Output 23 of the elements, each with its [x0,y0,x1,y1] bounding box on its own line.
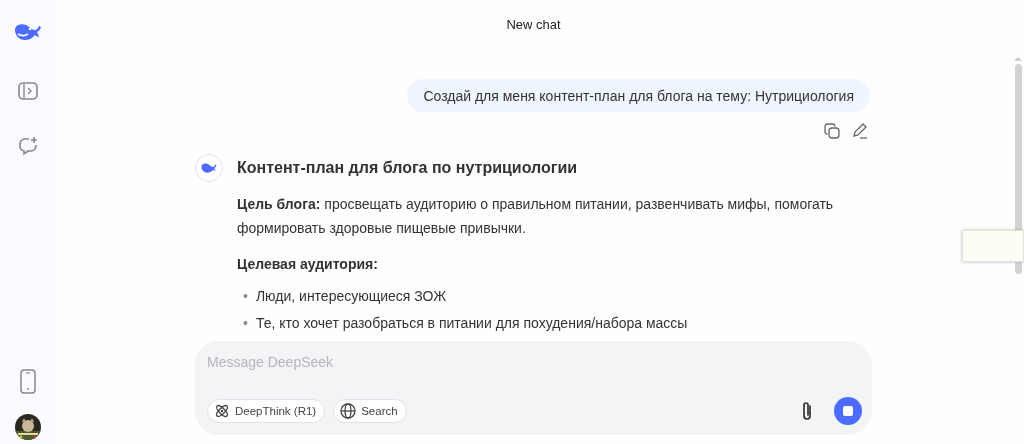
chat-title: New chat [506,16,561,34]
user-message: Создай для меня контент-план для блога на тему: Нутрициология [407,79,870,112]
copy-icon[interactable] [824,123,840,139]
list-item: Люди, интересующиеся ЗОЖ [255,287,447,306]
whale-logo-icon [200,161,218,175]
stop-button[interactable] [834,397,862,425]
new-chat-icon[interactable] [17,136,38,156]
globe-icon [340,403,357,419]
response-title: Контент-план для блога по нутрициологии [237,159,578,177]
bullet: • [243,287,248,306]
section-heading: Целевая аудитория: [237,255,379,274]
sidebar-panel-icon[interactable] [17,82,38,100]
edit-icon[interactable] [852,123,868,139]
list-item: Те, кто хочет разобраться в питании для похудения/набора массы [255,314,688,333]
popup-panel [962,230,1024,262]
paperclip-icon[interactable] [800,400,814,422]
search-toggle[interactable]: Search [333,399,407,423]
paragraph: Цель блога: просвещать аудиторию о правильном питании, развенчивать мифы, помогать формировать здоровые пищевые привычки. [237,195,835,238]
atom-icon [214,403,230,419]
message-field[interactable]: Message DeepSeek [207,352,862,372]
bullet: • [243,314,248,333]
deepthink-toggle[interactable]: DeepThink (R1) [207,399,326,423]
phone-icon[interactable] [19,369,36,394]
